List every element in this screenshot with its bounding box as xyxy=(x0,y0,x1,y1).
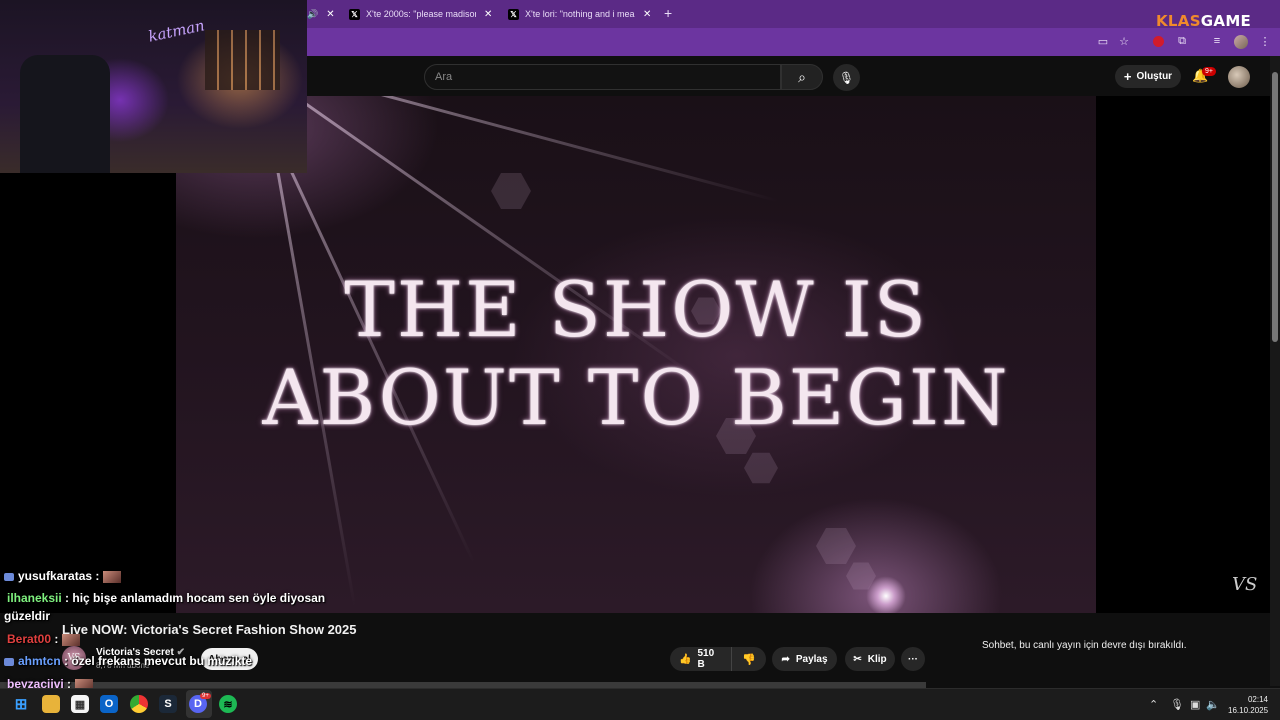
webcam-overlay: katman xyxy=(0,0,307,173)
chat-emote xyxy=(62,633,81,646)
speaker-icon[interactable]: 🔊 xyxy=(307,9,318,20)
like-dislike-group: 👍 510 B 👎 xyxy=(670,647,766,671)
headline-line: ABOUT TO BEGIN xyxy=(262,353,1010,442)
plus-icon: + xyxy=(1123,69,1132,84)
spotify-icon[interactable]: ≋ xyxy=(219,695,237,713)
clock-date: 16.10.2025 xyxy=(1228,706,1269,715)
bokeh-hex xyxy=(744,452,778,484)
share-label: Paylaş xyxy=(795,653,828,665)
account-avatar[interactable] xyxy=(1228,66,1250,88)
x-logo-icon: 𝕏 xyxy=(349,8,360,20)
close-icon[interactable]: ✕ xyxy=(326,9,334,20)
search-input[interactable]: Ara xyxy=(424,64,781,90)
chat-text: : xyxy=(54,632,59,646)
file-explorer-icon[interactable] xyxy=(42,695,60,713)
neon-logo: katman xyxy=(146,16,207,46)
dislike-button[interactable]: 👎 xyxy=(732,653,766,666)
share-icon: ➦ xyxy=(781,653,790,665)
chrome-icon[interactable] xyxy=(130,695,148,713)
create-label: Oluştur xyxy=(1136,71,1173,82)
stream-chat-overlay: yusufkaratas : ilhaneksii : hiç bişe anl… xyxy=(0,566,360,696)
chat-text: : xyxy=(95,569,100,583)
menu-kebab-icon[interactable]: ⋮ xyxy=(1258,34,1272,48)
volume-icon[interactable]: 🔈 xyxy=(1206,698,1220,711)
tab-title: X'te 2000s: "please madison be xyxy=(366,9,476,19)
chat-message: ahmtcn : özel frekans mevcut bu müzikte xyxy=(4,654,252,668)
chat-text: : özel frekans mevcut bu müzikte xyxy=(64,654,253,668)
tab-x-lori[interactable]: 𝕏 X'te lori: "nothing and i mean n ✕ xyxy=(508,4,651,24)
vs-watermark-logo: VS xyxy=(1232,574,1258,595)
microphone-icon: 🎙 xyxy=(838,70,855,85)
search-button[interactable]: ⌕ xyxy=(781,64,823,90)
chat-text: : hiç bişe anlamadım hocam sen öyle diyo… xyxy=(65,591,326,605)
chat-username: ilhaneksii xyxy=(7,591,62,605)
share-button[interactable]: ➦ Paylaş xyxy=(772,647,837,671)
search-icon: ⌕ xyxy=(798,68,806,85)
bokeh-hex xyxy=(491,173,531,209)
close-icon[interactable]: ✕ xyxy=(484,9,492,20)
video-frame[interactable]: THE SHOW IS ABOUT TO BEGIN xyxy=(176,96,1096,613)
discord-badge: 9+ xyxy=(200,693,211,699)
create-button[interactable]: + Oluştur xyxy=(1115,65,1181,88)
chat-username: ahmtcn xyxy=(18,654,61,668)
like-count: 510 B xyxy=(697,648,715,670)
chat-username: Berat00 xyxy=(7,632,52,646)
clip-label: Klip xyxy=(867,653,887,665)
store-icon[interactable]: ▦ xyxy=(71,695,89,713)
chat-text: güzeldir xyxy=(4,609,51,623)
outlook-icon[interactable]: O xyxy=(100,695,118,713)
notification-badge: 9+ xyxy=(1202,67,1216,76)
windows-start-icon[interactable]: ⊞ xyxy=(12,695,30,713)
bokeh-hex xyxy=(816,528,856,564)
x-logo-icon: 𝕏 xyxy=(508,8,519,20)
clock-time: 02:14 xyxy=(1247,695,1268,704)
scrollbar-thumb[interactable] xyxy=(1272,72,1278,342)
chevron-up-icon[interactable]: ⌃ xyxy=(1149,698,1158,711)
cast-icon[interactable]: ▭ xyxy=(1096,34,1110,48)
like-button[interactable]: 👍 510 B xyxy=(670,647,733,671)
chat-disabled-notice: Sohbet, bu canlı yayın için devre dışı b… xyxy=(982,640,1187,651)
chat-message: ilhaneksii : hiç bişe anlamadım hocam se… xyxy=(4,591,325,605)
tab-x-2000s[interactable]: 𝕏 X'te 2000s: "please madison be ✕ xyxy=(349,4,492,24)
voice-search-button[interactable]: 🎙 xyxy=(833,64,860,91)
webcam-background xyxy=(205,30,280,90)
thumbs-down-icon: 👎 xyxy=(742,653,756,666)
chat-message-continued: güzeldir xyxy=(4,609,50,623)
chat-username: yusufkaratas xyxy=(18,569,93,583)
screen: 🔊 ✕ 𝕏 X'te 2000s: "please madison be ✕ 𝕏… xyxy=(0,0,1280,720)
microphone-icon[interactable]: 🎙 xyxy=(1170,698,1184,711)
thumbs-up-icon: 👍 xyxy=(679,653,692,665)
chat-badge-icon xyxy=(4,657,14,666)
network-icon[interactable]: ▣ xyxy=(1190,698,1200,711)
chat-message: Berat00 : xyxy=(4,632,81,646)
close-icon[interactable]: ✕ xyxy=(643,9,651,20)
scissors-icon: ✂ xyxy=(853,653,862,665)
chat-message: yusufkaratas : xyxy=(4,569,122,583)
video-headline: THE SHOW IS ABOUT TO BEGIN xyxy=(176,266,1096,442)
light-glow xyxy=(866,576,906,613)
chat-badge-icon xyxy=(4,572,14,581)
active-tab-audio[interactable]: 🔊 ✕ xyxy=(307,4,335,24)
headline-line: THE SHOW IS xyxy=(344,265,928,354)
media-controls-icon[interactable]: ≡ xyxy=(1210,34,1224,48)
profile-avatar[interactable] xyxy=(1234,35,1248,49)
more-actions-button[interactable]: ··· xyxy=(901,647,925,671)
tab-title: X'te lori: "nothing and i mean n xyxy=(525,9,635,19)
extension-red-icon[interactable] xyxy=(1153,36,1164,47)
clip-button[interactable]: ✂ Klip xyxy=(845,647,895,671)
webcam-chair xyxy=(20,55,110,173)
steam-icon[interactable]: S xyxy=(159,695,177,713)
new-tab-button[interactable]: + xyxy=(664,5,672,21)
extensions-icon[interactable]: ⧉ xyxy=(1175,34,1189,48)
star-icon[interactable]: ☆ xyxy=(1117,34,1131,48)
system-clock[interactable]: 02:14 16.10.2025 xyxy=(1228,694,1268,716)
chat-emote xyxy=(103,570,122,583)
